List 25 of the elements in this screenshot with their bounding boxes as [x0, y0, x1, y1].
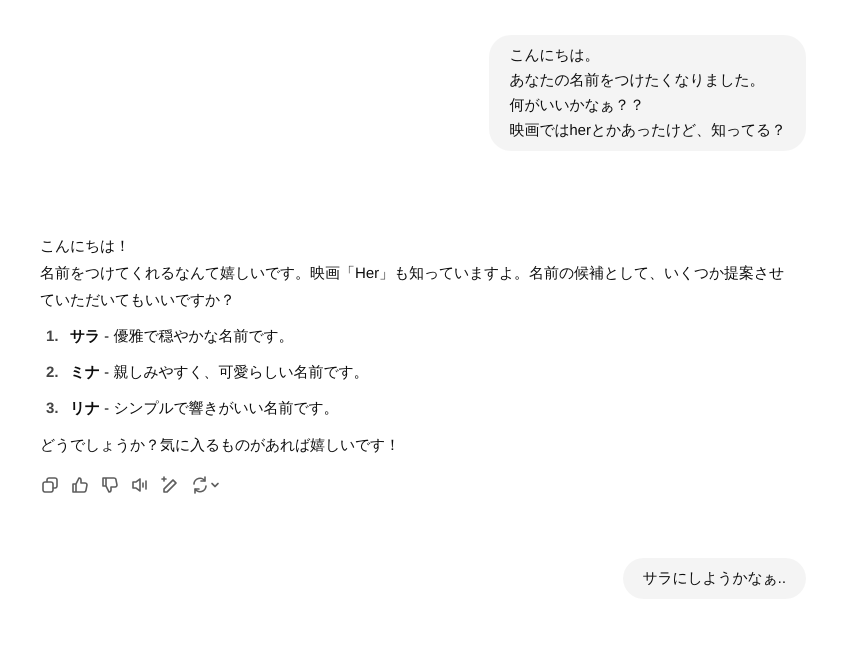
message-line: こんにちは。	[509, 46, 600, 66]
intro-paragraph: 名前をつけてくれるなんて嬉しいです。映画「Her」も知っていますよ。名前の候補として、いくつか提案させていただいてもいいですか？	[40, 264, 786, 311]
closing-text: どうでしょうか？気に入るものがあれば嬉しいです！	[40, 436, 401, 456]
list-item-text: ミナ - 親しみやすく、可愛らしい名前です。	[70, 363, 368, 383]
message-line: 何がいいかなぁ？？	[509, 96, 646, 116]
greeting-text: こんにちは！	[40, 237, 131, 257]
copy-button[interactable]	[40, 475, 60, 495]
speaker-button[interactable]	[130, 475, 150, 495]
refresh-icon	[190, 475, 210, 495]
message-line: あなたの名前をつけたくなりました。	[509, 71, 766, 91]
refresh-button[interactable]	[190, 475, 220, 495]
speaker-icon	[130, 475, 150, 495]
chevron-down-icon	[210, 480, 220, 490]
copy-icon	[40, 475, 60, 495]
list-number: 3.	[46, 399, 60, 419]
message-line: サラにしようかなぁ..	[642, 569, 786, 589]
thumbs-down-icon	[100, 475, 120, 495]
list-item-text: リナ - シンプルで響きがいい名前です。	[70, 399, 338, 419]
message-line: 映画ではherとかあったけど、知ってる？	[509, 121, 786, 141]
thumbs-up-icon	[70, 475, 90, 495]
thumbs-up-button[interactable]	[70, 475, 90, 495]
thumbs-down-button[interactable]	[100, 475, 120, 495]
list-item-text: サラ - 優雅で穏やかな名前です。	[70, 327, 294, 347]
list-number: 1.	[46, 327, 60, 347]
list-number: 2.	[46, 363, 60, 383]
